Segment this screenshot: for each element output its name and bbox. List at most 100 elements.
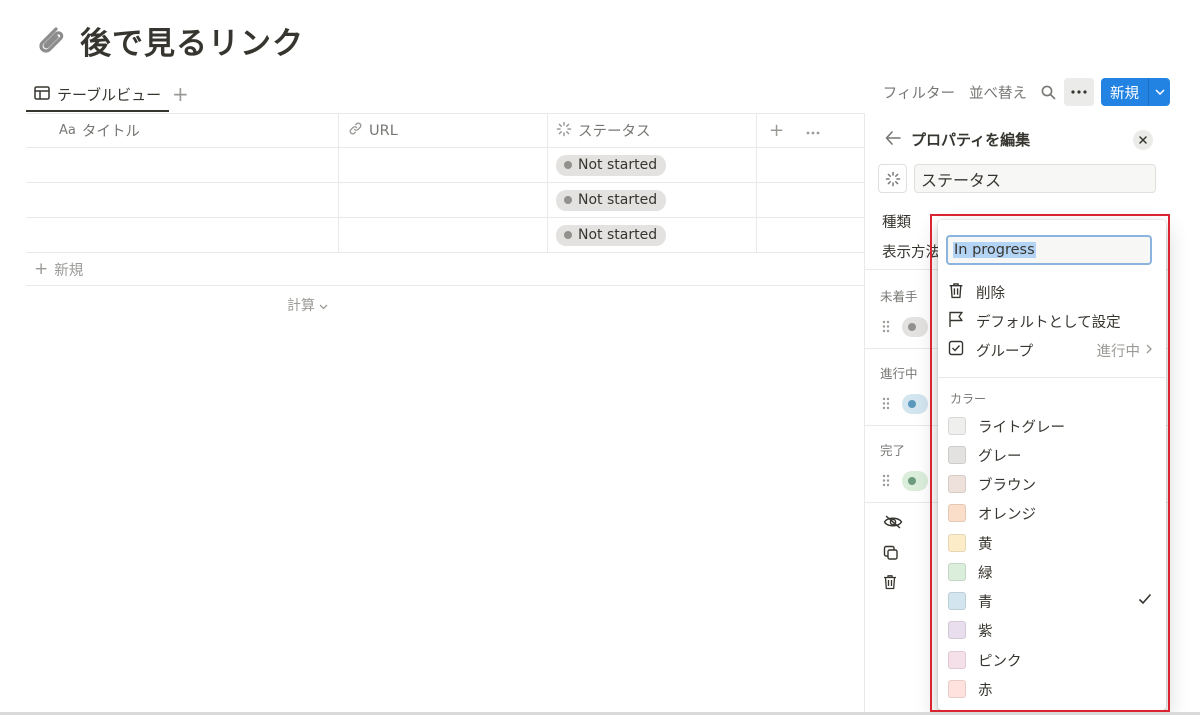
add-row-label: 新規 xyxy=(54,262,84,279)
search-icon[interactable] xyxy=(1034,78,1062,106)
color-swatch xyxy=(948,504,966,522)
new-button-group: 新規 xyxy=(1101,78,1170,106)
drag-handle-icon[interactable] xyxy=(882,472,890,491)
status-dot xyxy=(908,323,916,331)
title-cell[interactable] xyxy=(26,183,339,217)
column-header-label: タイトル xyxy=(81,124,140,140)
tab-label: テーブルビュー xyxy=(57,85,162,104)
title-cell[interactable] xyxy=(26,148,339,182)
color-swatch xyxy=(948,680,966,698)
color-option-gray[interactable]: グレー xyxy=(948,442,1152,468)
new-button[interactable]: 新規 xyxy=(1101,78,1148,106)
column-header-title[interactable]: Aa タイトル xyxy=(26,114,339,147)
group-value: 進行中 xyxy=(1097,340,1153,361)
color-label: ピンク xyxy=(978,653,1022,670)
status-cell[interactable]: Not started xyxy=(548,183,757,217)
table-row[interactable]: Not started xyxy=(26,218,864,253)
property-icon-picker[interactable] xyxy=(878,164,907,193)
table-row[interactable]: Not started xyxy=(26,183,864,218)
column-header-url[interactable]: URL xyxy=(339,114,548,147)
option-edit-menu: In progress 削除 デフォルトとして設定 グループ 進行中 カラー ラ… xyxy=(938,220,1166,710)
hide-property-action[interactable] xyxy=(883,515,903,533)
color-label: ブラウン xyxy=(978,477,1036,494)
status-badge: Not started xyxy=(556,189,667,211)
color-swatch xyxy=(948,446,966,464)
status-text: Not started xyxy=(578,192,658,208)
status-cell[interactable]: Not started xyxy=(548,148,757,182)
drag-handle-icon[interactable] xyxy=(882,318,890,337)
option-row[interactable] xyxy=(882,471,928,491)
status-dot xyxy=(908,400,916,408)
back-arrow-icon[interactable] xyxy=(885,130,901,149)
color-option-orange[interactable]: オレンジ xyxy=(948,500,1152,526)
color-swatch xyxy=(948,534,966,552)
add-view-icon[interactable]: + xyxy=(172,82,189,106)
color-option-brown[interactable]: ブラウン xyxy=(948,471,1152,497)
column-header-label: ステータス xyxy=(578,124,651,140)
group-value-text: 進行中 xyxy=(1096,343,1141,360)
delete-option-item[interactable]: 削除 xyxy=(948,279,1152,305)
page-title[interactable]: 後で見るリンク xyxy=(80,18,304,63)
column-header-status[interactable]: ステータス xyxy=(548,114,757,147)
status-cell[interactable]: Not started xyxy=(548,218,757,252)
column-more-icon[interactable] xyxy=(806,123,820,139)
database-toolbar: フィルター 並べ替え 新規 xyxy=(876,77,1170,107)
group-item[interactable]: グループ 進行中 xyxy=(948,337,1152,363)
tab-table-view[interactable]: テーブルビュー xyxy=(26,78,170,112)
checkbox-icon xyxy=(948,340,964,360)
flag-icon xyxy=(948,311,964,332)
status-dot xyxy=(564,231,572,239)
empty-cell xyxy=(757,218,864,252)
chevron-down-icon[interactable] xyxy=(1148,78,1170,106)
status-badge: Not started xyxy=(556,224,667,246)
group-label-done: 完了 xyxy=(880,443,906,458)
group-label: グループ xyxy=(976,343,1034,360)
checkmark-icon xyxy=(1138,593,1152,609)
status-dot xyxy=(564,196,572,204)
duplicate-icon xyxy=(883,545,899,565)
delete-property-action[interactable] xyxy=(883,574,897,594)
color-option-yellow[interactable]: 黄 xyxy=(948,530,1152,556)
option-name-text: In progress xyxy=(953,242,1036,258)
color-option-lightgray[interactable]: ライトグレー xyxy=(948,413,1152,439)
calculate-button[interactable]: 計算 xyxy=(287,295,328,315)
status-badge: Not started xyxy=(556,154,667,176)
color-option-red[interactable]: 赤 xyxy=(948,676,1152,702)
page-title-area: 後で見るリンク xyxy=(30,18,304,62)
property-name-input[interactable]: ステータス xyxy=(914,164,1156,193)
color-option-purple[interactable]: 紫 xyxy=(948,617,1152,643)
paperclip-icon[interactable] xyxy=(30,20,70,60)
color-label: オレンジ xyxy=(978,506,1036,523)
set-default-label: デフォルトとして設定 xyxy=(976,314,1121,331)
color-swatch xyxy=(948,651,966,669)
text-type-icon: Aa xyxy=(59,123,76,138)
sort-button[interactable]: 並べ替え xyxy=(962,82,1034,103)
duplicate-property-action[interactable] xyxy=(883,545,899,565)
color-option-pink[interactable]: ピンク xyxy=(948,647,1152,673)
add-column-icon[interactable]: + xyxy=(769,120,784,141)
filter-button[interactable]: フィルター xyxy=(876,82,962,103)
table-row[interactable]: Not started xyxy=(26,148,864,183)
type-label: 種類 xyxy=(882,215,911,231)
option-row[interactable] xyxy=(882,317,928,337)
url-cell[interactable] xyxy=(339,148,548,182)
link-icon xyxy=(348,121,363,140)
url-cell[interactable] xyxy=(339,183,548,217)
add-row-button[interactable]: + 新規 xyxy=(26,253,864,286)
color-option-blue[interactable]: 青 xyxy=(948,588,1152,614)
color-option-green[interactable]: 緑 xyxy=(948,559,1152,585)
option-row[interactable] xyxy=(882,394,928,414)
url-cell[interactable] xyxy=(339,218,548,252)
color-swatch xyxy=(948,592,966,610)
option-name-input[interactable]: In progress xyxy=(946,235,1152,265)
status-loader-icon xyxy=(556,121,572,141)
close-icon[interactable] xyxy=(1133,130,1153,150)
color-label: 黄 xyxy=(978,536,993,553)
more-options-icon[interactable] xyxy=(1064,78,1094,106)
set-default-item[interactable]: デフォルトとして設定 xyxy=(948,308,1152,334)
drag-handle-icon[interactable] xyxy=(882,395,890,414)
title-cell[interactable] xyxy=(26,218,339,252)
color-label: グレー xyxy=(978,448,1022,465)
group-label-not-started: 未着手 xyxy=(880,289,918,304)
group-label-in-progress: 進行中 xyxy=(880,366,918,381)
